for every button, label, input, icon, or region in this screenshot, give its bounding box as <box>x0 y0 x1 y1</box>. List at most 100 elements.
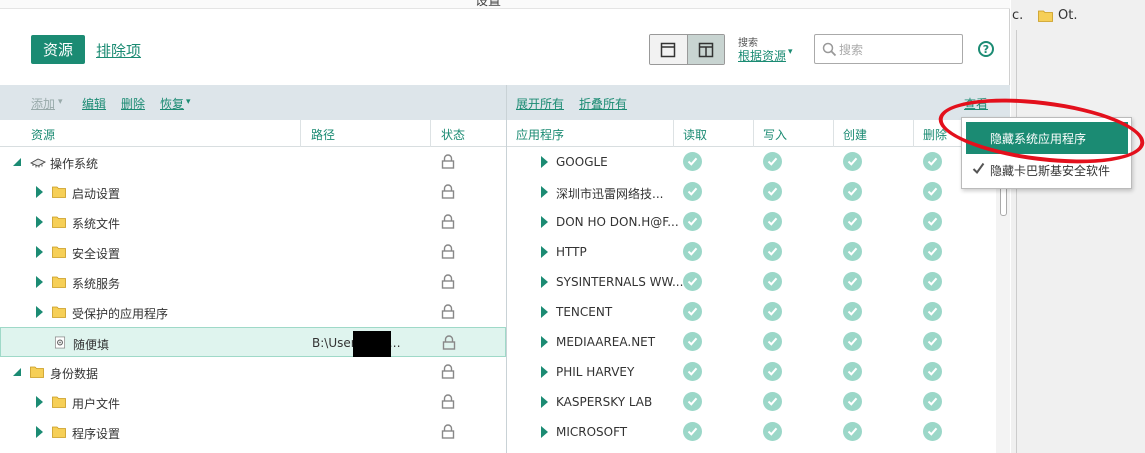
write-permission-check-icon[interactable] <box>763 272 782 291</box>
collapsed-triangle-icon[interactable] <box>36 396 43 408</box>
tree-row[interactable]: 操作系统 <box>0 147 506 177</box>
app-row[interactable]: GOOGLE <box>507 147 997 177</box>
app-row[interactable]: MICROSOFT <box>507 417 997 447</box>
collapsed-triangle-icon[interactable] <box>36 186 43 198</box>
collapsed-triangle-icon[interactable] <box>36 426 43 438</box>
collapsed-triangle-icon[interactable] <box>36 306 43 318</box>
delete-permission-check-icon[interactable] <box>923 242 942 261</box>
tree-row[interactable]: 受保护的应用程序 <box>0 297 506 327</box>
app-row[interactable]: PHIL HARVEY <box>507 357 997 387</box>
write-permission-check-icon[interactable] <box>763 392 782 411</box>
collapsed-triangle-icon[interactable] <box>541 156 548 168</box>
collapsed-triangle-icon[interactable] <box>541 396 548 408</box>
write-permission-check-icon[interactable] <box>763 362 782 381</box>
col-resource[interactable]: 资源 <box>31 126 55 143</box>
split-pane-button[interactable] <box>686 35 724 64</box>
collapsed-triangle-icon[interactable] <box>541 246 548 258</box>
tab-resources[interactable]: 资源 <box>31 35 85 64</box>
read-permission-check-icon[interactable] <box>683 362 702 381</box>
delete-permission-check-icon[interactable] <box>923 392 942 411</box>
delete-permission-check-icon[interactable] <box>923 272 942 291</box>
create-permission-check-icon[interactable] <box>843 332 862 351</box>
tree-row[interactable]: 系统文件 <box>0 207 506 237</box>
edit-button[interactable]: 编辑 <box>82 95 106 112</box>
expand-all-button[interactable]: 展开所有 <box>516 95 564 112</box>
tree-row[interactable]: 启动设置 <box>0 177 506 207</box>
delete-permission-check-icon[interactable] <box>923 182 942 201</box>
read-permission-check-icon[interactable] <box>683 182 702 201</box>
create-permission-check-icon[interactable] <box>843 182 862 201</box>
create-permission-check-icon[interactable] <box>843 422 862 441</box>
read-permission-check-icon[interactable] <box>683 242 702 261</box>
read-permission-check-icon[interactable] <box>683 212 702 231</box>
collapse-all-button[interactable]: 折叠所有 <box>579 95 627 112</box>
collapsed-triangle-icon[interactable] <box>36 216 43 228</box>
delete-permission-check-icon[interactable] <box>923 152 942 171</box>
tree-row[interactable]: 身份数据 <box>0 357 506 387</box>
create-permission-check-icon[interactable] <box>843 362 862 381</box>
help-icon[interactable]: ? <box>978 41 994 57</box>
read-permission-check-icon[interactable] <box>683 422 702 441</box>
menu-item-hide-kaspersky[interactable]: 隐藏卡巴斯基安全软件 <box>966 159 1128 181</box>
delete-permission-check-icon[interactable] <box>923 332 942 351</box>
restore-button[interactable]: 恢复 <box>160 95 184 112</box>
collapsed-triangle-icon[interactable] <box>541 336 548 348</box>
collapsed-triangle-icon[interactable] <box>36 246 43 258</box>
collapsed-triangle-icon[interactable] <box>541 366 548 378</box>
write-permission-check-icon[interactable] <box>763 152 782 171</box>
expanded-triangle-icon[interactable] <box>12 367 22 377</box>
write-permission-check-icon[interactable] <box>763 302 782 321</box>
col-create[interactable]: 创建 <box>843 126 867 143</box>
expanded-triangle-icon[interactable] <box>12 157 22 167</box>
tree-row[interactable]: 随便填B:\Users Des… <box>0 327 506 357</box>
read-permission-check-icon[interactable] <box>683 272 702 291</box>
collapsed-triangle-icon[interactable] <box>541 276 548 288</box>
single-pane-button[interactable] <box>650 35 687 64</box>
col-app[interactable]: 应用程序 <box>516 126 564 143</box>
delete-permission-check-icon[interactable] <box>923 302 942 321</box>
tree-row[interactable]: 安全设置 <box>0 237 506 267</box>
create-permission-check-icon[interactable] <box>843 242 862 261</box>
read-permission-check-icon[interactable] <box>683 302 702 321</box>
tree-row[interactable]: 系统服务 <box>0 267 506 297</box>
create-permission-check-icon[interactable] <box>843 152 862 171</box>
app-row[interactable]: MEDIAAREA.NET <box>507 327 997 357</box>
write-permission-check-icon[interactable] <box>763 182 782 201</box>
app-row[interactable]: TENCENT <box>507 297 997 327</box>
collapsed-triangle-icon[interactable] <box>541 426 548 438</box>
col-path[interactable]: 路径 <box>311 126 335 143</box>
read-permission-check-icon[interactable] <box>683 392 702 411</box>
write-permission-check-icon[interactable] <box>763 422 782 441</box>
search-by-dropdown[interactable]: 根据资源 <box>738 47 786 64</box>
tree-row[interactable]: 用户文件 <box>0 387 506 417</box>
delete-permission-check-icon[interactable] <box>923 362 942 381</box>
app-row[interactable]: KASPERSKY LAB <box>507 387 997 417</box>
app-row[interactable]: DON HO DON.H@F... <box>507 207 997 237</box>
delete-permission-check-icon[interactable] <box>923 422 942 441</box>
add-button[interactable]: 添加 <box>31 95 55 112</box>
app-row[interactable]: SYSINTERNALS WW... <box>507 267 997 297</box>
write-permission-check-icon[interactable] <box>763 242 782 261</box>
read-permission-check-icon[interactable] <box>683 332 702 351</box>
col-status[interactable]: 状态 <box>441 126 465 143</box>
collapsed-triangle-icon[interactable] <box>541 306 548 318</box>
create-permission-check-icon[interactable] <box>843 212 862 231</box>
tab-exclusions[interactable]: 排除项 <box>96 40 141 61</box>
delete-button[interactable]: 删除 <box>121 95 145 112</box>
app-row[interactable]: 深圳市迅雷网络技... <box>507 177 997 207</box>
bg-folder-label[interactable]: Ot. <box>1058 8 1077 23</box>
collapsed-triangle-icon[interactable] <box>541 186 548 198</box>
create-permission-check-icon[interactable] <box>843 272 862 291</box>
delete-permission-check-icon[interactable] <box>923 212 942 231</box>
scrollbar-thumb[interactable] <box>1000 186 1007 216</box>
col-read[interactable]: 读取 <box>683 126 707 143</box>
collapsed-triangle-icon[interactable] <box>36 276 43 288</box>
write-permission-check-icon[interactable] <box>763 332 782 351</box>
collapsed-triangle-icon[interactable] <box>541 216 548 228</box>
app-row[interactable]: HTTP <box>507 237 997 267</box>
tree-row[interactable]: 程序设置 <box>0 417 506 447</box>
create-permission-check-icon[interactable] <box>843 302 862 321</box>
create-permission-check-icon[interactable] <box>843 392 862 411</box>
search-input[interactable] <box>839 41 957 58</box>
col-write[interactable]: 写入 <box>763 126 787 143</box>
